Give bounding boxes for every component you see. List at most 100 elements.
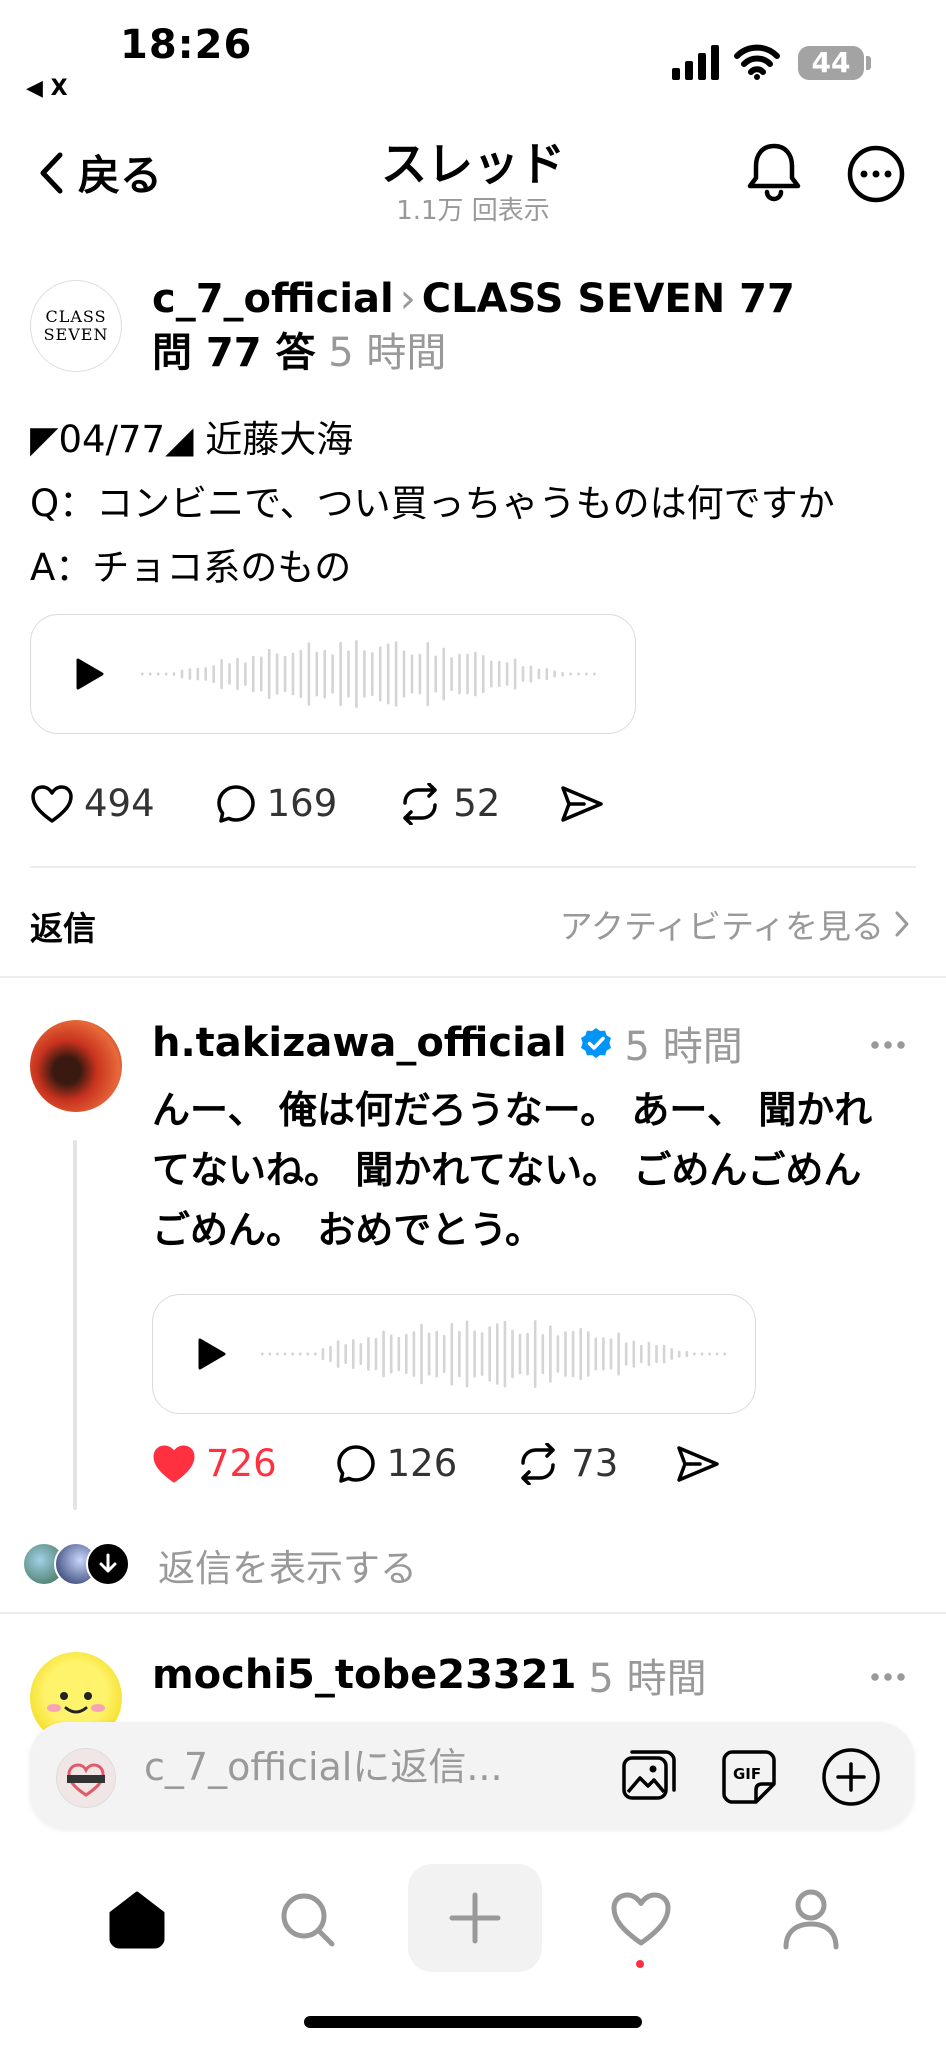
waveform-bar: [662, 1344, 666, 1364]
like-button[interactable]: 494: [30, 782, 155, 825]
my-avatar: [56, 1748, 116, 1808]
waveform-bar: [220, 658, 223, 690]
post-author-avatar[interactable]: CLASS SEVEN: [30, 280, 122, 372]
waveform-bar: [420, 1323, 423, 1385]
repost-button[interactable]: 52: [397, 782, 500, 825]
breadcrumb-separator: ›: [399, 276, 416, 322]
next-reply-username[interactable]: mochi5_tobe23321: [152, 1652, 576, 1698]
like-button[interactable]: 726: [152, 1442, 277, 1485]
waveform-bar: [677, 1350, 681, 1358]
page-title: スレッド: [381, 137, 565, 191]
add-circle-icon[interactable]: [820, 1746, 882, 1808]
chevron-right-icon: [894, 910, 910, 938]
waveform-bar: [640, 1344, 643, 1364]
waveform-bar: [275, 653, 279, 695]
waveform-bar: [571, 1330, 575, 1378]
waveform-bar: [561, 671, 564, 677]
audio-player[interactable]: [30, 614, 636, 734]
reply-more-icon[interactable]: [870, 1040, 906, 1050]
reply-author-avatar[interactable]: [30, 1020, 122, 1112]
waveform-bar: [299, 649, 303, 699]
image-icon[interactable]: [620, 1748, 678, 1806]
comment-button[interactable]: 126: [335, 1442, 457, 1485]
waveform-bar: [587, 1331, 590, 1377]
waveform-bar: [283, 655, 287, 693]
search-icon[interactable]: [272, 1884, 342, 1954]
waveform-bar: [518, 1333, 522, 1375]
post-line: Q：コンビニで、つい買っちゃうものは何ですか: [30, 482, 835, 525]
bell-icon[interactable]: [744, 140, 804, 204]
replies-label: 返信: [30, 909, 96, 948]
waveform-bar: [450, 657, 453, 691]
waveform-bar: [382, 1330, 385, 1378]
heart-icon: [30, 784, 74, 824]
heart-icon[interactable]: [606, 1884, 676, 1954]
more-options-icon[interactable]: [846, 144, 906, 204]
waveform-bar: [298, 1352, 302, 1356]
home-indicator: [304, 2016, 642, 2028]
profile-icon[interactable]: [776, 1884, 846, 1954]
community-name[interactable]: CLASS SEVEN 77: [422, 276, 795, 322]
waveform-bar: [564, 1331, 567, 1377]
comment-button[interactable]: 169: [215, 782, 337, 825]
show-replies-link[interactable]: 返信を表示する: [158, 1538, 417, 1592]
send-icon: [676, 1444, 720, 1484]
waveform-bar: [505, 662, 509, 686]
waveform-bar: [331, 654, 334, 694]
waveform: [141, 640, 596, 708]
repost-icon: [515, 1442, 561, 1485]
waveform-bar: [314, 1352, 317, 1356]
gif-icon[interactable]: GIF: [720, 1748, 778, 1806]
new-thread-button[interactable]: [408, 1864, 542, 1972]
reply-text: んー、 俺は何だろうなー。 あー、 聞かれてないね。 聞かれてない。 ごめんごめ…: [152, 1088, 873, 1252]
waveform-bar: [655, 1344, 658, 1364]
reply-username[interactable]: h.takizawa_official: [152, 1020, 567, 1066]
reply-avatars-stack[interactable]: [22, 1542, 132, 1586]
waveform-bar: [283, 1352, 287, 1356]
back-to-app-link[interactable]: ◀ X: [26, 76, 68, 101]
reply-input[interactable]: [142, 1744, 586, 1790]
view-activity-link[interactable]: アクティビティを見る: [560, 900, 910, 948]
waveform-bar: [458, 653, 461, 695]
waveform-bar: [585, 672, 588, 676]
waveform-bar: [434, 655, 437, 693]
play-icon[interactable]: [75, 657, 105, 691]
play-icon[interactable]: [197, 1337, 227, 1371]
waveform-bar: [148, 672, 152, 676]
waveform-bar: [496, 1323, 499, 1385]
waveform-bar: [473, 1330, 476, 1378]
reply-audio-player[interactable]: [152, 1294, 756, 1414]
waveform-bar: [594, 1337, 598, 1371]
waveform-bar: [306, 1352, 310, 1356]
home-icon[interactable]: [102, 1884, 172, 1954]
waveform-bar: [426, 642, 430, 706]
share-button[interactable]: [560, 784, 604, 824]
activity-link-label: アクティビティを見る: [559, 907, 884, 946]
post-actions: 494 169 52: [30, 782, 604, 825]
waveform-bar: [397, 1336, 401, 1372]
svg-text:GIF: GIF: [733, 1765, 761, 1783]
share-button[interactable]: [676, 1444, 720, 1484]
post-header: c_7_official › CLASS SEVEN 77 問 77 答 5 時間: [152, 272, 912, 380]
repost-button[interactable]: 73: [515, 1442, 618, 1485]
reply-actions: 726 126 73: [152, 1442, 720, 1485]
thread-line: [73, 1140, 77, 1510]
next-reply-more-icon[interactable]: [870, 1672, 906, 1682]
waveform-bar: [442, 647, 445, 701]
like-count: 726: [206, 1442, 277, 1485]
waveform-bar: [236, 657, 239, 691]
waveform-bar: [276, 1352, 279, 1356]
waveform-bar: [693, 1352, 696, 1356]
waveform-bar: [723, 1352, 726, 1356]
battery-tip: [866, 56, 871, 70]
waveform-bar: [344, 1344, 347, 1364]
post-line: A：チョコ系のもの: [30, 546, 352, 589]
waveform-bar: [321, 1348, 325, 1361]
post-username[interactable]: c_7_official: [152, 276, 394, 322]
post-text: ◤04/77◢ 近藤大海 Q：コンビニで、つい買っちゃうものは何ですか A：チョ…: [30, 408, 930, 600]
waveform-bar: [402, 650, 406, 698]
waveform-bar: [412, 1331, 416, 1377]
waveform-bar: [355, 640, 358, 708]
waveform-bar: [212, 665, 215, 684]
community-suffix[interactable]: 問 77 答: [152, 330, 316, 376]
